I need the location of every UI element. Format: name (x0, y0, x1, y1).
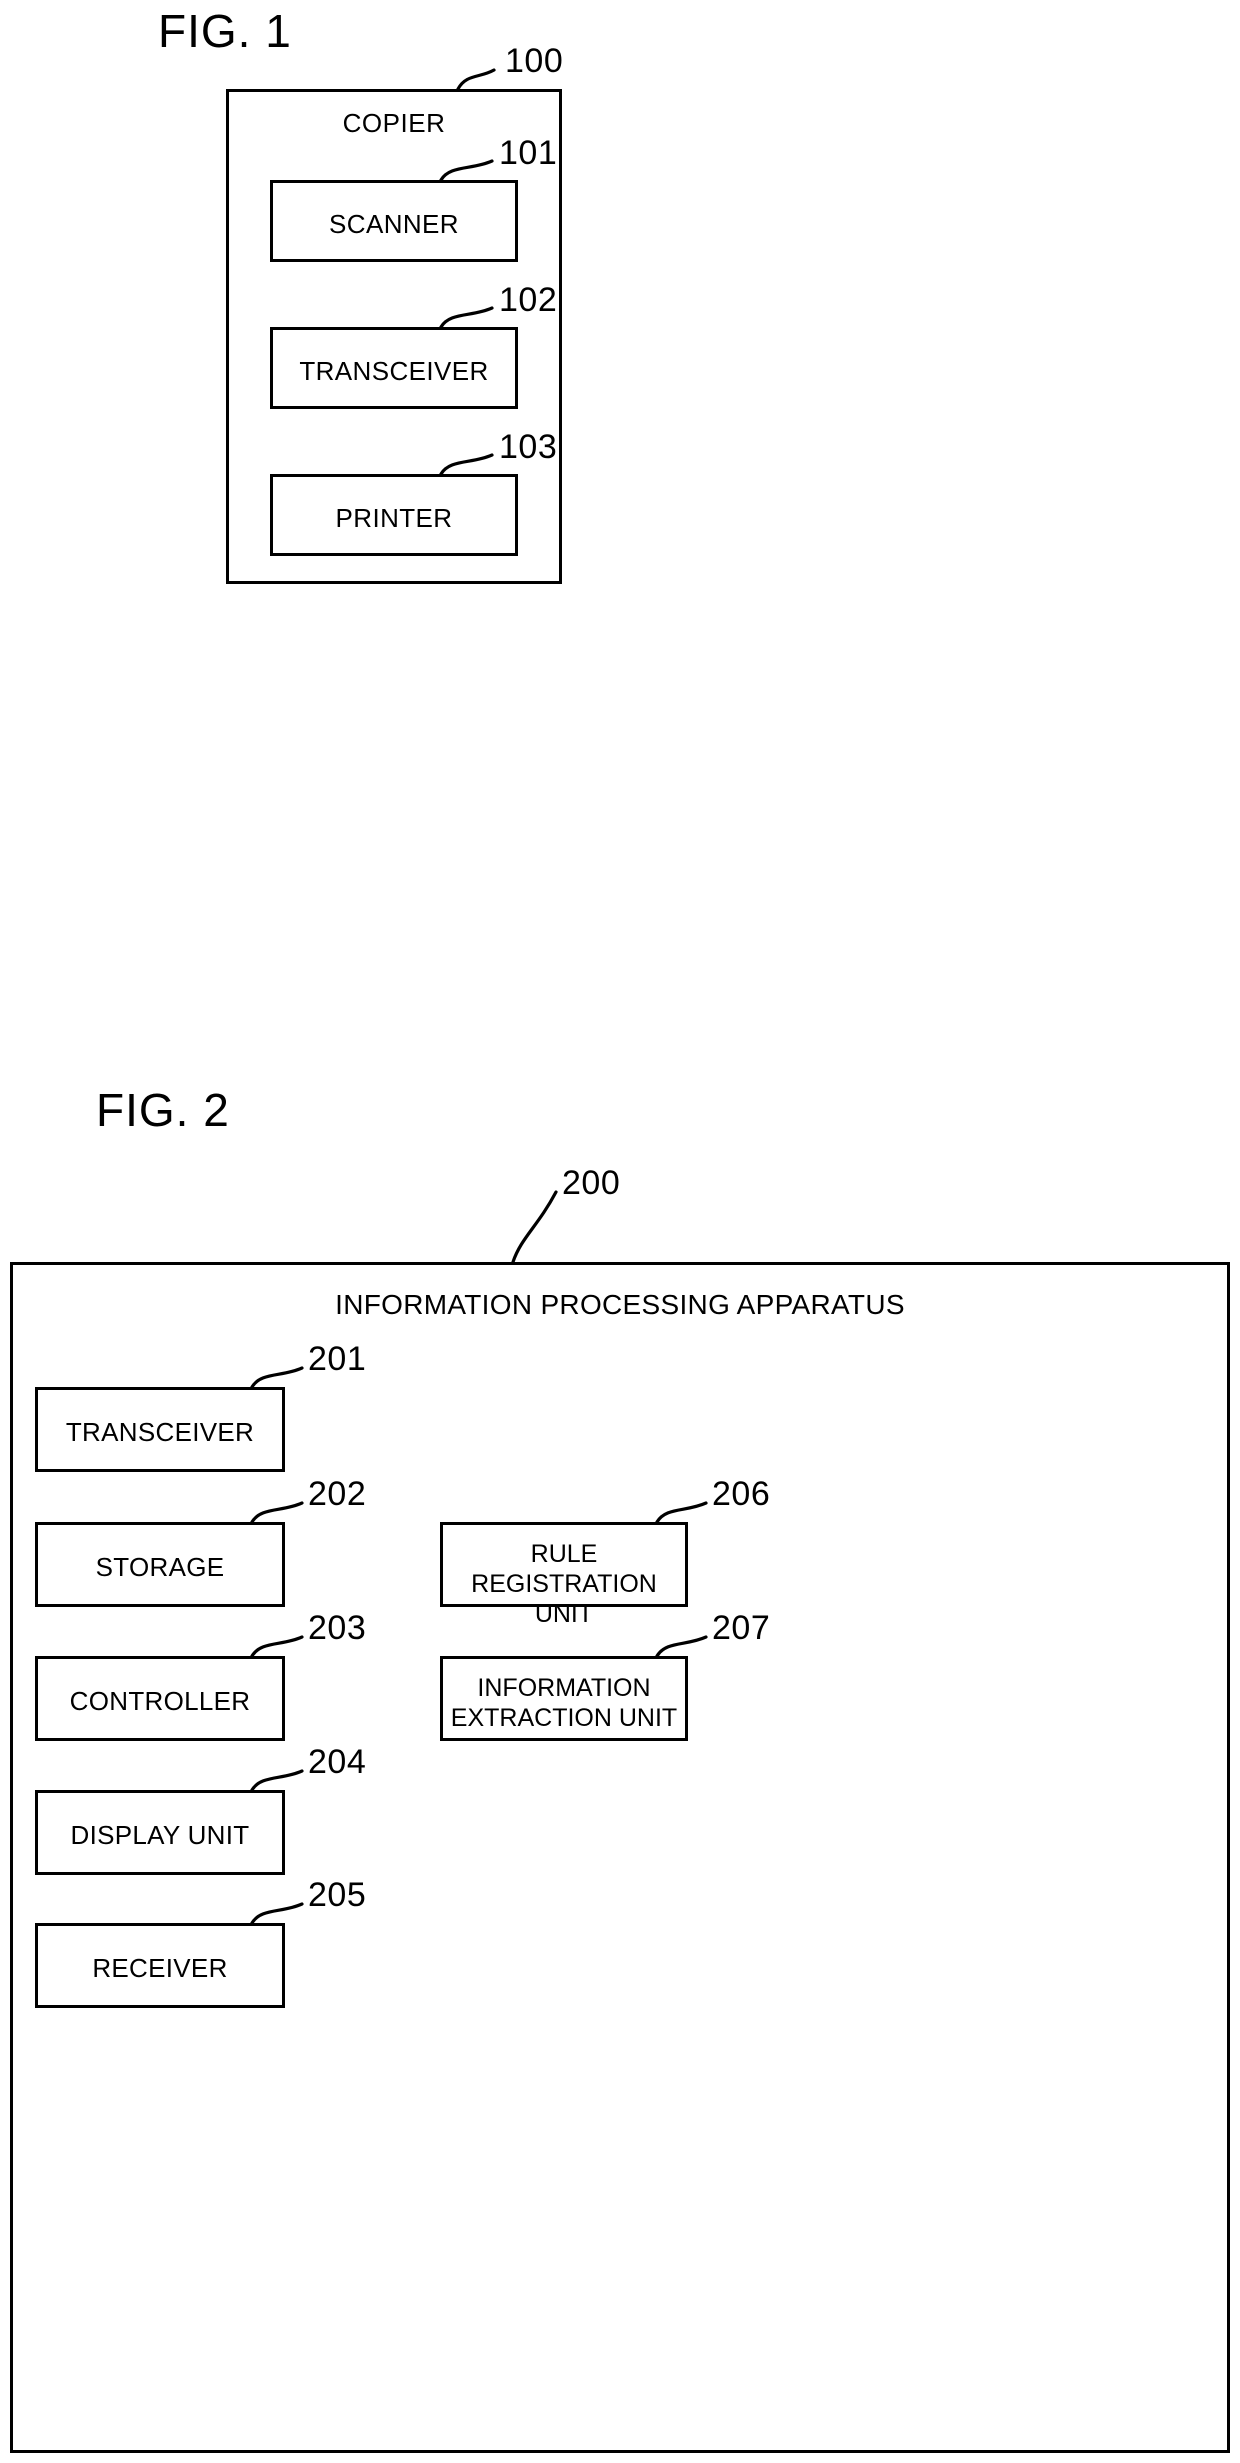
transceiver-label: TRANSCEIVER (299, 356, 489, 386)
printer-label: PRINTER (335, 503, 453, 533)
ref-numeral-101: 101 (499, 134, 558, 172)
leader-line-100 (456, 68, 496, 91)
f2-receiver-label: RECEIVER (92, 1953, 228, 1983)
ref-numeral-207: 207 (712, 1609, 771, 1647)
f2-transceiver-box: TRANSCEIVER (35, 1387, 285, 1472)
scanner-box: SCANNER (270, 180, 518, 262)
patent-drawing-sheet: FIG. 1 COPIER SCANNER TRANSCEIVER PRINTE… (0, 0, 1240, 2463)
f2-storage-box: STORAGE (35, 1522, 285, 1607)
rule-registration-unit-box: RULE REGISTRATION UNIT (440, 1522, 688, 1628)
ref-numeral-103: 103 (499, 428, 558, 466)
ref-numeral-102: 102 (499, 281, 558, 319)
scanner-label: SCANNER (329, 209, 459, 239)
information-extraction-unit-label: INFORMATION EXTRACTION UNIT (450, 1674, 678, 1732)
f2-controller-label: CONTROLLER (69, 1686, 251, 1716)
f2-transceiver-label: TRANSCEIVER (65, 1417, 255, 1447)
leader-line-200 (511, 1190, 558, 1264)
figure-2-title: FIG. 2 (96, 1084, 230, 1136)
figure-1-title: FIG. 1 (158, 5, 292, 57)
ref-numeral-203: 203 (308, 1609, 367, 1647)
information-extraction-unit-box: INFORMATION EXTRACTION UNIT (440, 1656, 688, 1741)
printer-box: PRINTER (270, 474, 518, 556)
information-processing-apparatus-label: INFORMATION PROCESSING APPARATUS (335, 1289, 905, 1320)
ref-numeral-201: 201 (308, 1340, 367, 1378)
ref-numeral-206: 206 (712, 1475, 771, 1513)
ref-numeral-202: 202 (308, 1475, 367, 1513)
f2-display-unit-label: DISPLAY UNIT (70, 1820, 250, 1850)
ref-numeral-205: 205 (308, 1876, 367, 1914)
f2-storage-label: STORAGE (95, 1552, 225, 1582)
transceiver-box: TRANSCEIVER (270, 327, 518, 409)
ref-numeral-204: 204 (308, 1743, 367, 1781)
ref-numeral-200: 200 (562, 1164, 621, 1202)
f2-receiver-box: RECEIVER (35, 1923, 285, 2008)
ref-numeral-100: 100 (505, 42, 564, 80)
f2-display-unit-box: DISPLAY UNIT (35, 1790, 285, 1875)
rule-registration-unit-label: RULE REGISTRATION UNIT (471, 1540, 657, 1628)
f2-controller-box: CONTROLLER (35, 1656, 285, 1741)
